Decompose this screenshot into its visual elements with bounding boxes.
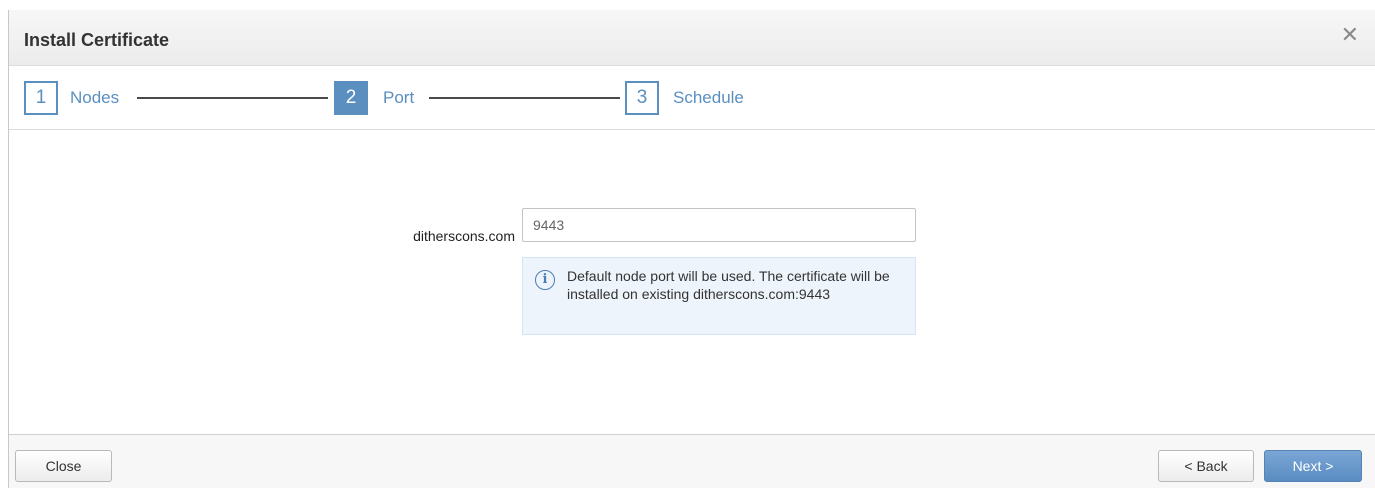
info-message: i Default node port will be used. The ce… — [522, 257, 916, 335]
step-3-number[interactable]: 3 — [625, 81, 659, 115]
step-3-label[interactable]: Schedule — [673, 88, 744, 108]
dialog-title: Install Certificate — [24, 30, 170, 50]
info-message-text: Default node port will be used. The cert… — [567, 268, 890, 302]
step-connector-2 — [429, 97, 620, 99]
node-port-label: ditherscons.com — [413, 228, 515, 244]
step-2-label[interactable]: Port — [383, 88, 414, 108]
dialog-content: ditherscons.com i Default node port will… — [9, 130, 1375, 434]
dialog-titlebar: Install Certificate ✕ — [9, 10, 1375, 66]
step-1-number[interactable]: 1 — [24, 81, 58, 115]
step-connector-1 — [137, 97, 328, 99]
info-icon: i — [535, 270, 555, 290]
step-1-label[interactable]: Nodes — [70, 88, 119, 108]
install-certificate-dialog: Install Certificate ✕ 1 Nodes 2 Port 3 S… — [8, 10, 1375, 488]
close-button[interactable]: Close — [15, 450, 112, 482]
wizard-steps: 1 Nodes 2 Port 3 Schedule — [9, 66, 1375, 130]
dialog-footer: Close < Back Next > — [9, 434, 1375, 488]
page-edge — [0, 0, 8, 488]
close-icon[interactable]: ✕ — [1341, 24, 1359, 46]
next-button[interactable]: Next > — [1264, 450, 1362, 482]
step-2-number[interactable]: 2 — [334, 81, 368, 115]
back-button[interactable]: < Back — [1158, 450, 1254, 482]
port-input[interactable] — [522, 208, 916, 242]
